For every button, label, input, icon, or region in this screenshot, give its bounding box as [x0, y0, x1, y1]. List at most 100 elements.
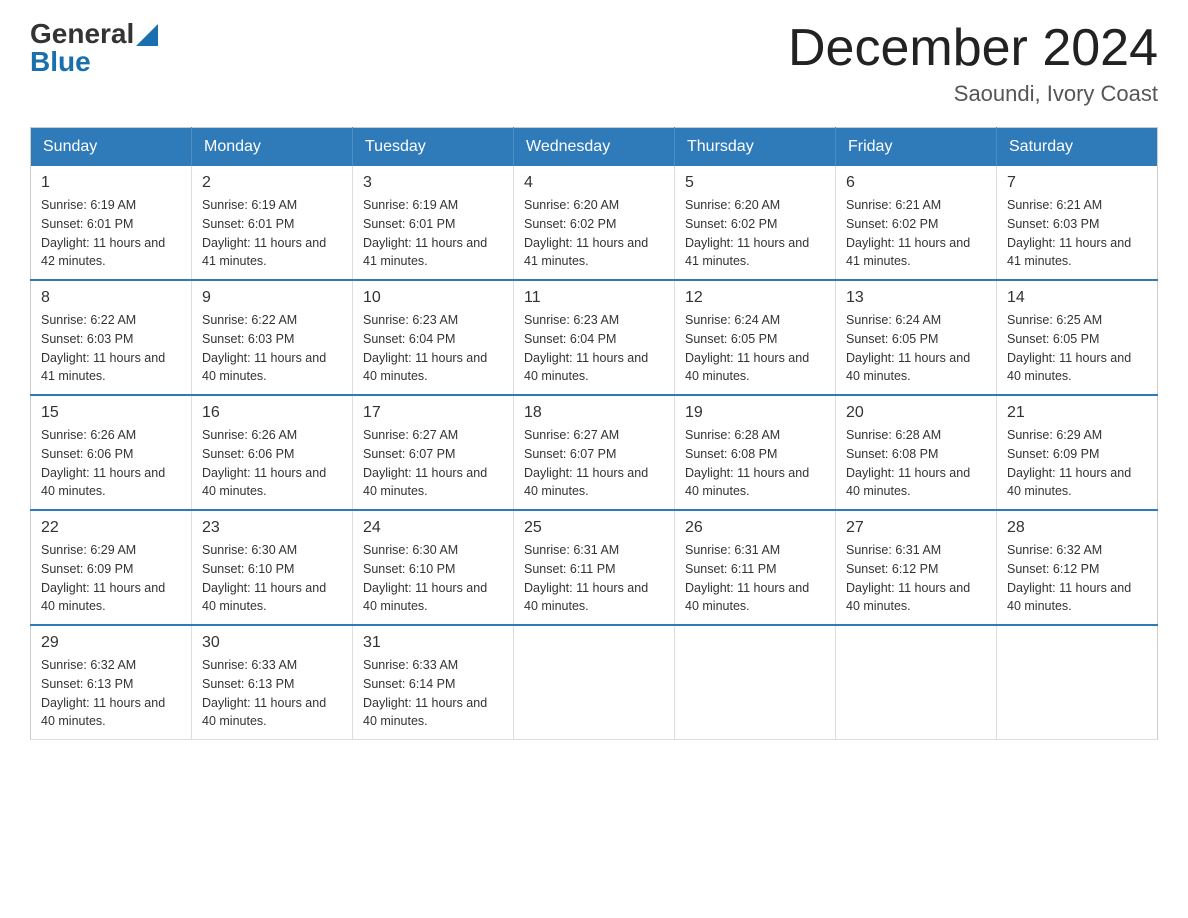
daylight-text: Daylight: 11 hours and 40 minutes.	[363, 696, 487, 729]
logo-blue-text: Blue	[30, 48, 91, 76]
sunset-text: Sunset: 6:10 PM	[363, 562, 455, 576]
sunset-text: Sunset: 6:14 PM	[363, 677, 455, 691]
calendar-week-row: 1Sunrise: 6:19 AMSunset: 6:01 PMDaylight…	[31, 166, 1158, 280]
daylight-text: Daylight: 11 hours and 40 minutes.	[202, 466, 326, 499]
sunset-text: Sunset: 6:09 PM	[1007, 447, 1099, 461]
day-info: Sunrise: 6:21 AMSunset: 6:03 PMDaylight:…	[1007, 196, 1147, 271]
calendar-day-cell	[836, 625, 997, 740]
sunrise-text: Sunrise: 6:27 AM	[363, 428, 458, 442]
sunset-text: Sunset: 6:01 PM	[202, 217, 294, 231]
title-section: December 2024 Saoundi, Ivory Coast	[788, 20, 1158, 107]
calendar-week-row: 15 Sunrise: 6:26 AMSunset: 6:06 PMDayligh…	[31, 395, 1158, 510]
daylight-text: Daylight: 11 hours and 40 minutes.	[202, 581, 326, 614]
sunset-text: Sunset: 6:04 PM	[363, 332, 455, 346]
calendar-day-cell: 23Sunrise: 6:30 AMSunset: 6:10 PMDayligh…	[192, 510, 353, 625]
sunrise-text: Sunrise: 6:33 AM	[202, 658, 297, 672]
daylight-text: Daylight: 11 hours and 40 minutes.	[202, 351, 326, 384]
daylight-text: Daylight: 11 hours and 40 minutes.	[1007, 466, 1131, 499]
daylight-text: Daylight: 11 hours and 40 minutes.	[363, 466, 487, 499]
day-info: Sunrise: 6:28 AMSunset: 6:08 PMDaylight:…	[846, 426, 986, 501]
calendar-day-cell: 17Sunrise: 6:27 AMSunset: 6:07 PMDayligh…	[353, 395, 514, 510]
daylight-text: Daylight: 11 hours and 40 minutes.	[363, 581, 487, 614]
calendar-day-cell: 27Sunrise: 6:31 AMSunset: 6:12 PMDayligh…	[836, 510, 997, 625]
sunrise-text: Sunrise: 6:21 AM	[846, 198, 941, 212]
sunset-text: Sunset: 6:07 PM	[524, 447, 616, 461]
daylight-text: Daylight: 11 hours and 40 minutes.	[202, 696, 326, 729]
day-info: Sunrise: 6:23 AM Sunset: 6:04 PM Daylight:…	[363, 311, 503, 386]
day-number: 18	[524, 404, 664, 422]
day-info: Sunrise: 6:26 AMSunset: 6:06 PMDaylight:…	[202, 426, 342, 501]
calendar-day-cell: 20 Sunrise: 6:28 AMSunset: 6:08 PMDayligh…	[836, 395, 997, 510]
calendar-day-cell: 22Sunrise: 6:29 AMSunset: 6:09 PMDayligh…	[31, 510, 192, 625]
column-header-saturday: Saturday	[997, 128, 1158, 167]
day-number: 20	[846, 404, 986, 422]
sunset-text: Sunset: 6:13 PM	[202, 677, 294, 691]
logo: General Blue	[30, 20, 158, 76]
day-info: Sunrise: 6:24 AMSunset: 6:05 PMDaylight:…	[685, 311, 825, 386]
day-number: 7	[1007, 174, 1147, 192]
daylight-text: Daylight: 11 hours and 41 minutes.	[524, 236, 648, 269]
day-number: 4	[524, 174, 664, 192]
calendar-day-cell: 30Sunrise: 6:33 AMSunset: 6:13 PMDayligh…	[192, 625, 353, 740]
sunrise-text: Sunrise: 6:19 AM	[363, 198, 458, 212]
day-info: Sunrise: 6:30 AMSunset: 6:10 PMDaylight:…	[363, 541, 503, 616]
sunset-text: Sunset: 6:01 PM	[363, 217, 455, 231]
sunrise-text: Sunrise: 6:24 AM	[685, 313, 780, 327]
sunrise-text: Sunrise: 6:23 AM	[524, 313, 619, 327]
column-header-wednesday: Wednesday	[514, 128, 675, 167]
day-info: Sunrise: 6:20 AMSunset: 6:02 PMDaylight:…	[524, 196, 664, 271]
calendar-day-cell: 2Sunrise: 6:19 AMSunset: 6:01 PMDaylight…	[192, 166, 353, 280]
sunrise-text: Sunrise: 6:22 AM	[41, 313, 136, 327]
calendar-day-cell	[675, 625, 836, 740]
sunrise-text: Sunrise: 6:28 AM	[846, 428, 941, 442]
column-header-sunday: Sunday	[31, 128, 192, 167]
daylight-text: Daylight: 11 hours and 41 minutes.	[41, 351, 165, 384]
logo-general-text: General	[30, 20, 134, 48]
sunrise-text: Sunrise: 6:32 AM	[1007, 543, 1102, 557]
day-info: Sunrise: 6:25 AMSunset: 6:05 PMDaylight:…	[1007, 311, 1147, 386]
day-info: Sunrise: 6:33 AM Sunset: 6:14 PM Daylight:…	[363, 656, 503, 731]
day-info: Sunrise: 6:30 AMSunset: 6:10 PMDaylight:…	[202, 541, 342, 616]
sunset-text: Sunset: 6:03 PM	[1007, 217, 1099, 231]
day-info: Sunrise: 6:24 AMSunset: 6:05 PMDaylight:…	[846, 311, 986, 386]
day-number: 22	[41, 519, 181, 537]
calendar-day-cell: 13 Sunrise: 6:24 AMSunset: 6:05 PMDayligh…	[836, 280, 997, 395]
day-number: 24	[363, 519, 503, 537]
day-number: 13	[846, 289, 986, 307]
sunset-text: Sunset: 6:03 PM	[202, 332, 294, 346]
day-info: Sunrise: 6:23 AMSunset: 6:04 PMDaylight:…	[524, 311, 664, 386]
daylight-text: Daylight: 11 hours and 40 minutes.	[524, 466, 648, 499]
day-number: 9	[202, 289, 342, 307]
day-number: 17	[363, 404, 503, 422]
sunrise-text: Sunrise: 6:31 AM	[685, 543, 780, 557]
day-info: Sunrise: 6:19 AMSunset: 6:01 PMDaylight:…	[41, 196, 181, 271]
sunset-text: Sunset: 6:05 PM	[1007, 332, 1099, 346]
sunrise-text: Sunrise: 6:22 AM	[202, 313, 297, 327]
day-info: Sunrise: 6:28 AMSunset: 6:08 PMDaylight:…	[685, 426, 825, 501]
calendar-day-cell: 18Sunrise: 6:27 AMSunset: 6:07 PMDayligh…	[514, 395, 675, 510]
day-info: Sunrise: 6:22 AM Sunset: 6:03 PM Daylight:…	[202, 311, 342, 386]
calendar-header-row: SundayMondayTuesdayWednesdayThursdayFrid…	[31, 128, 1158, 167]
sunrise-text: Sunrise: 6:26 AM	[202, 428, 297, 442]
calendar-day-cell: 11Sunrise: 6:23 AMSunset: 6:04 PMDayligh…	[514, 280, 675, 395]
daylight-text: Daylight: 11 hours and 40 minutes.	[363, 351, 487, 384]
calendar-day-cell: 19Sunrise: 6:28 AMSunset: 6:08 PMDayligh…	[675, 395, 836, 510]
calendar-day-cell: 4 Sunrise: 6:20 AMSunset: 6:02 PMDaylight…	[514, 166, 675, 280]
sunrise-text: Sunrise: 6:33 AM	[363, 658, 458, 672]
day-number: 26	[685, 519, 825, 537]
sunset-text: Sunset: 6:04 PM	[524, 332, 616, 346]
calendar-day-cell: 9 Sunrise: 6:22 AM Sunset: 6:03 PM Daylight…	[192, 280, 353, 395]
daylight-text: Daylight: 11 hours and 42 minutes.	[41, 236, 165, 269]
day-number: 15	[41, 404, 181, 422]
sunrise-text: Sunrise: 6:26 AM	[41, 428, 136, 442]
calendar-day-cell: 12Sunrise: 6:24 AMSunset: 6:05 PMDayligh…	[675, 280, 836, 395]
sunset-text: Sunset: 6:01 PM	[41, 217, 133, 231]
sunset-text: Sunset: 6:11 PM	[685, 562, 777, 576]
sunrise-text: Sunrise: 6:23 AM	[363, 313, 458, 327]
calendar-day-cell: 7 Sunrise: 6:21 AMSunset: 6:03 PMDaylight…	[997, 166, 1158, 280]
day-info: Sunrise: 6:19 AMSunset: 6:01 PMDaylight:…	[363, 196, 503, 271]
calendar-day-cell: 14Sunrise: 6:25 AMSunset: 6:05 PMDayligh…	[997, 280, 1158, 395]
day-number: 1	[41, 174, 181, 192]
sunrise-text: Sunrise: 6:31 AM	[524, 543, 619, 557]
sunset-text: Sunset: 6:02 PM	[524, 217, 616, 231]
